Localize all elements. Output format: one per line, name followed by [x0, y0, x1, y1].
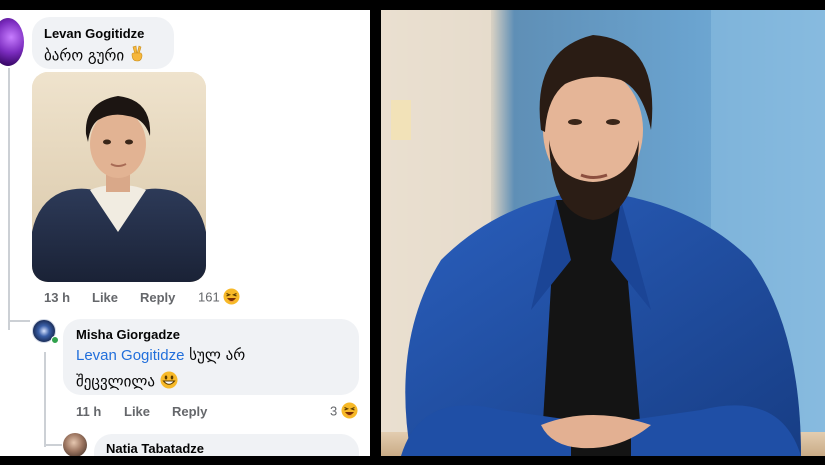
comment-text-misha-line2: შეცვლილა [76, 371, 178, 393]
comment-body-misha-2: შეცვლილა [76, 372, 155, 391]
victory-hand-icon [129, 45, 145, 67]
comment-photo[interactable] [32, 72, 206, 282]
thread-line [8, 68, 10, 330]
comment-body-misha-1: სულ არ [184, 346, 246, 364]
reply-button-levan[interactable]: Reply [140, 290, 175, 305]
comment-text-levan: ბარო გური [44, 45, 145, 67]
laughing-emoji-icon [341, 402, 358, 422]
comment-author-levan[interactable]: Levan Gogitidze [44, 26, 144, 41]
comment-time-misha[interactable]: 11 h [76, 404, 101, 419]
thread-branch [8, 320, 30, 322]
reaction-summary-levan[interactable]: 161 [198, 288, 240, 308]
reaction-count-levan: 161 [198, 289, 220, 305]
comments-panel: Levan Gogitidze ბარო გური 13 h Like Repl… [0, 10, 370, 456]
mention-link[interactable]: Levan Gogitidze [76, 347, 184, 364]
portrait-photo [381, 10, 825, 456]
thread-branch-reply [44, 444, 62, 446]
comment-author-natia[interactable]: Natia Tabatadze [106, 441, 204, 456]
avatar-levan[interactable] [0, 18, 24, 66]
like-button-misha[interactable]: Like [124, 404, 150, 419]
laughing-emoji-icon [223, 288, 240, 308]
online-status-icon [51, 336, 59, 344]
comment-text-misha-line1: Levan Gogitidze სულ არ [76, 346, 245, 364]
comment-time-levan[interactable]: 13 h [44, 290, 70, 305]
comment-body-levan: ბარო გური [44, 46, 125, 65]
thread-line-reply [44, 352, 46, 447]
like-button-levan[interactable]: Like [92, 290, 118, 305]
avatar-natia[interactable] [63, 433, 87, 456]
reaction-count-misha: 3 [330, 403, 338, 419]
reply-button-misha[interactable]: Reply [172, 404, 207, 419]
reaction-summary-misha[interactable]: 3 [330, 402, 358, 422]
grinning-emoji-icon [160, 371, 178, 393]
comment-author-misha[interactable]: Misha Giorgadze [76, 327, 180, 342]
